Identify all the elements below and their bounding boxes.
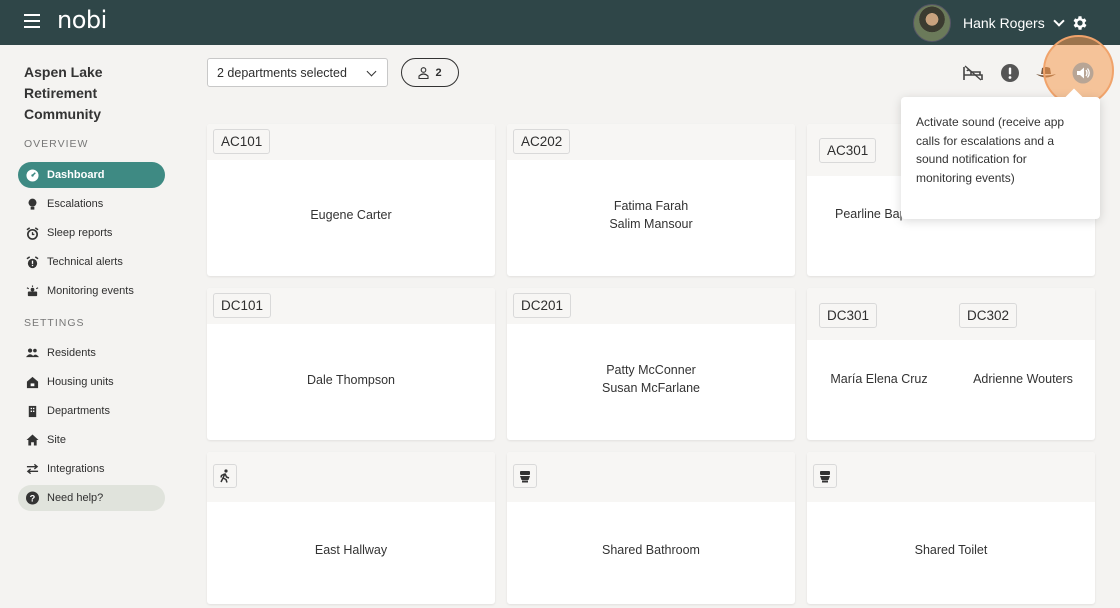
room-tag: DC201 (513, 293, 572, 318)
section-settings: SETTINGS (24, 317, 85, 329)
walking-icon (213, 464, 237, 488)
tooltip-text: Activate sound (receive app calls for es… (916, 115, 1065, 185)
card-header (807, 452, 1095, 502)
sidebar-item-label: Sleep reports (47, 227, 113, 239)
resident-name: Dale Thompson (306, 373, 395, 387)
sound-tooltip: Activate sound (receive app calls for es… (901, 97, 1100, 219)
toilet-icon (513, 464, 537, 488)
section-overview: OVERVIEW (24, 138, 89, 150)
sidebar-item-label: Escalations (47, 198, 104, 210)
resident-name: Adrienne Wouters (973, 372, 1073, 386)
resident-name: Pearline Bap (835, 207, 907, 221)
sidebar-item-technical-alerts[interactable]: Technical alerts (18, 249, 165, 275)
sidebar-item-label: Housing units (47, 376, 114, 388)
sidebar-item-housing-units[interactable]: Housing units (18, 369, 165, 395)
resident-name: Salim Mansour (609, 217, 693, 231)
toilet-icon (813, 464, 837, 488)
bed-icon[interactable] (962, 62, 984, 84)
area-card-shared-bathroom[interactable]: Shared Bathroom (507, 452, 795, 604)
department-select-value: 2 departments selected (217, 65, 347, 80)
help-icon: ? (26, 491, 39, 505)
room-card-dc201[interactable]: DC201 Patty McConner Susan McFarlane (507, 288, 795, 440)
user-name: Hank Rogers (963, 15, 1045, 31)
sidebar-item-sleep-reports[interactable]: Sleep reports (18, 220, 165, 246)
resident-name: Susan McFarlane (602, 381, 700, 395)
sidebar-item-label: Integrations (47, 463, 105, 475)
people-icon (26, 347, 39, 360)
resident-name: María Elena Cruz (830, 372, 928, 386)
monitor-icon (26, 284, 39, 298)
chevron-down-icon (1053, 15, 1065, 27)
swap-icon (26, 463, 39, 476)
person-icon (418, 66, 429, 79)
area-name: Shared Toilet (914, 543, 988, 557)
room-section-dc302[interactable]: DC302 Adrienne Wouters (951, 288, 1095, 440)
sidebar-item-label: Residents (47, 347, 96, 359)
room-tag: AC202 (513, 129, 571, 154)
area-card-shared-toilet[interactable]: Shared Toilet (807, 452, 1095, 604)
chevron-down-icon (366, 66, 377, 77)
sidebar-item-residents[interactable]: Residents (18, 340, 165, 366)
sidebar-item-label: Need help? (47, 492, 104, 504)
area-card-east-hallway[interactable]: East Hallway (207, 452, 495, 604)
sidebar-item-departments[interactable]: Departments (18, 398, 165, 424)
home-icon (26, 434, 39, 447)
sidebar-item-dashboard[interactable]: Dashboard (18, 162, 165, 188)
hamburger-menu-icon[interactable] (24, 14, 40, 30)
sidebar-item-site[interactable]: Site (18, 427, 165, 453)
room-tag: AC301 (819, 138, 877, 163)
department-select[interactable]: 2 departments selected (207, 58, 388, 87)
user-menu[interactable]: Hank Rogers (913, 4, 1065, 42)
resident-name: Eugene Carter (310, 208, 392, 222)
svg-text:?: ? (30, 493, 36, 503)
card-header (507, 452, 795, 502)
area-name: Shared Bathroom (602, 543, 700, 557)
sidebar-item-escalations[interactable]: Escalations (18, 191, 165, 217)
top-bar: nobi Hank Rogers (0, 0, 1120, 45)
room-card-dc101[interactable]: DC101 Dale Thompson (207, 288, 495, 440)
room-section-dc301[interactable]: DC301 María Elena Cruz (807, 288, 951, 440)
room-tag: DC101 (213, 293, 272, 318)
dashboard-icon (26, 168, 39, 182)
alert-icon[interactable] (999, 62, 1021, 84)
sidebar-item-label: Monitoring events (47, 285, 134, 297)
room-tag: DC302 (959, 303, 1018, 328)
sidebar-item-label: Departments (47, 405, 110, 417)
app-logo[interactable]: nobi (57, 6, 107, 34)
gear-icon[interactable] (1071, 14, 1089, 32)
sidebar-item-monitoring-events[interactable]: Monitoring events (18, 278, 165, 304)
sidebar-item-label: Site (47, 434, 66, 446)
area-name: East Hallway (314, 543, 388, 557)
resident-name: Fatima Farah (613, 199, 689, 213)
need-help-button[interactable]: ? Need help? (18, 485, 165, 511)
alarm-alert-icon (26, 255, 39, 269)
sidebar-item-label: Dashboard (47, 169, 105, 181)
site-name: Aspen Lake Retirement Community (24, 64, 103, 122)
speaker-icon[interactable] (1072, 62, 1094, 84)
room-card-ac202[interactable]: AC202 Fatima Farah Salim Mansour (507, 124, 795, 276)
room-tag: AC101 (213, 129, 271, 154)
avatar (913, 4, 951, 42)
building-icon (26, 405, 39, 418)
room-tag: DC301 (819, 303, 878, 328)
sidebar-item-integrations[interactable]: Integrations (18, 456, 165, 482)
card-header (207, 452, 495, 502)
resident-name: Patty McConner (606, 363, 696, 377)
bulb-icon (26, 198, 39, 211)
sidebar-item-label: Technical alerts (47, 256, 123, 268)
sidebar: Aspen Lake Retirement Community OVERVIEW… (0, 45, 180, 608)
people-count-button[interactable]: 2 (401, 58, 459, 87)
alarm-icon (26, 226, 39, 240)
people-count: 2 (435, 66, 442, 79)
room-card-dc301-dc302[interactable]: DC301 María Elena Cruz DC302 Adrienne Wo… (807, 288, 1095, 440)
room-card-ac101[interactable]: AC101 Eugene Carter (207, 124, 495, 276)
house-lock-icon (26, 376, 39, 389)
